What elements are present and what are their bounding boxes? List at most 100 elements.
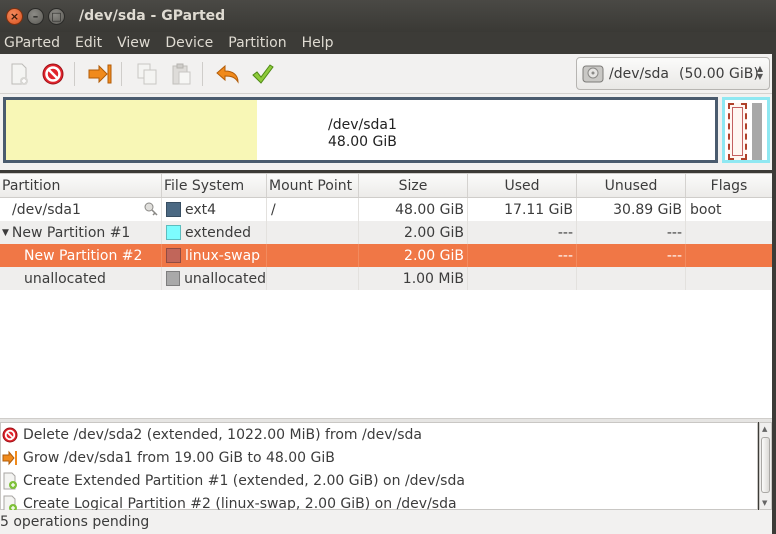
maximize-window-button[interactable]: □	[48, 7, 65, 25]
cell-size: 2.00 GiB	[359, 244, 468, 267]
menu-view[interactable]: View	[113, 35, 154, 51]
partition-name: /dev/sda1	[12, 201, 81, 218]
key-icon	[144, 202, 158, 216]
partition-table: Partition File System Mount Point Size U…	[0, 173, 776, 418]
cell-unused	[577, 267, 686, 290]
checkmark-icon	[252, 63, 274, 84]
expander-triangle-icon[interactable]: ▼	[2, 228, 9, 238]
partition-name: unallocated	[24, 270, 106, 287]
window-edge	[772, 54, 776, 534]
scroll-down-icon[interactable]: ▼	[762, 499, 767, 507]
partition-map-label: /dev/sda1 48.00 GiB	[328, 117, 397, 151]
undo-icon	[216, 64, 239, 84]
table-row[interactable]: ▼ New Partition #1 extended 2.00 GiB ---…	[0, 221, 776, 244]
scroll-up-icon[interactable]: ▲	[762, 425, 767, 433]
resize-move-button[interactable]	[85, 59, 115, 89]
cell-file-system: unallocated	[162, 267, 267, 290]
new-partition-icon	[1, 472, 19, 490]
swap-inner-frame	[732, 107, 743, 156]
cell-flags	[686, 221, 772, 244]
table-row-selected[interactable]: New Partition #2 linux-swap 2.00 GiB ---…	[0, 244, 776, 267]
list-item[interactable]: Create Extended Partition #1 (extended, …	[1, 469, 757, 492]
cell-used: ---	[468, 244, 577, 267]
close-window-button[interactable]: ×	[6, 7, 23, 25]
copy-button[interactable]	[132, 59, 162, 89]
menu-device[interactable]: Device	[161, 35, 217, 51]
header-size[interactable]: Size	[359, 174, 468, 197]
new-partition-icon	[11, 63, 28, 85]
menu-bar: GParted Edit View Device Partition Help	[0, 32, 776, 54]
table-row[interactable]: /dev/sda1 ext4 / 48.00 GiB 17.11 GiB 30.…	[0, 198, 776, 221]
paste-icon	[172, 63, 191, 84]
device-size: (50.00 GiB)	[678, 65, 759, 82]
cell-size: 2.00 GiB	[359, 221, 468, 244]
partition-map-swap[interactable]	[728, 103, 747, 160]
partition-name: New Partition #2	[24, 247, 143, 264]
combo-arrows-icon: ▲ ▼	[756, 64, 763, 81]
device-name: /dev/sda	[609, 65, 669, 82]
fs-color-swatch	[166, 271, 181, 286]
header-file-system[interactable]: File System	[162, 174, 267, 197]
fs-color-swatch	[166, 225, 181, 240]
delete-icon	[42, 63, 64, 84]
operation-text: Delete /dev/sda2 (extended, 1022.00 MiB)…	[23, 426, 422, 443]
copy-icon	[137, 63, 157, 84]
menu-edit[interactable]: Edit	[71, 35, 106, 51]
operation-text: Create Extended Partition #1 (extended, …	[23, 472, 465, 489]
operations-scrollbar[interactable]: ▲ ▼	[759, 422, 772, 510]
partition-map-extended[interactable]	[722, 97, 770, 163]
status-bar: 5 operations pending	[0, 510, 776, 534]
cell-mount-point: /	[267, 198, 359, 221]
toolbar-separator	[121, 61, 122, 86]
paste-button[interactable]	[166, 59, 196, 89]
cell-unused: ---	[577, 244, 686, 267]
resize-icon	[88, 64, 112, 83]
status-text: 5 operations pending	[0, 514, 150, 530]
menu-gparted[interactable]: GParted	[0, 35, 64, 51]
menu-help[interactable]: Help	[298, 35, 338, 51]
cell-size: 1.00 MiB	[359, 267, 468, 290]
window-title: /dev/sda - GParted	[79, 8, 226, 24]
cell-file-system: ext4	[162, 198, 267, 221]
partition-map-size: 48.00 GiB	[328, 134, 397, 150]
fs-name: ext4	[185, 201, 217, 218]
list-item[interactable]: Delete /dev/sda2 (extended, 1022.00 MiB)…	[1, 423, 757, 446]
cell-partition: /dev/sda1	[0, 198, 162, 221]
cell-flags	[686, 267, 772, 290]
cell-used	[468, 267, 577, 290]
cell-flags	[686, 244, 772, 267]
used-space-bar	[6, 100, 257, 160]
header-mount-point[interactable]: Mount Point	[267, 174, 359, 197]
delete-icon	[1, 426, 19, 444]
header-partition[interactable]: Partition	[0, 174, 162, 197]
partition-name: New Partition #1	[11, 224, 131, 241]
partition-map: /dev/sda1 48.00 GiB	[0, 94, 776, 170]
new-partition-button[interactable]	[4, 59, 34, 89]
minimize-window-button[interactable]: –	[27, 7, 44, 25]
apply-button[interactable]	[247, 59, 277, 89]
device-selector[interactable]: /dev/sda (50.00 GiB) ▲ ▼	[576, 57, 770, 90]
undo-button[interactable]	[213, 59, 243, 89]
scrollbar-thumb[interactable]	[761, 437, 770, 493]
header-used[interactable]: Used	[468, 174, 577, 197]
partition-map-unallocated[interactable]	[752, 103, 762, 160]
partition-map-sda1[interactable]: /dev/sda1 48.00 GiB	[3, 97, 718, 163]
cell-partition: ▼ New Partition #1	[0, 221, 162, 244]
cell-mount-point	[267, 244, 359, 267]
cell-flags: boot	[690, 201, 722, 218]
cell-unused: 30.89 GiB	[577, 198, 686, 221]
header-unused[interactable]: Unused	[577, 174, 686, 197]
resize-icon	[1, 449, 19, 467]
cell-partition: New Partition #2	[0, 244, 162, 267]
table-header: Partition File System Mount Point Size U…	[0, 174, 776, 198]
fs-name: unallocated	[184, 270, 266, 287]
table-row[interactable]: unallocated unallocated 1.00 MiB	[0, 267, 776, 290]
cell-used: ---	[468, 221, 577, 244]
delete-partition-button[interactable]	[38, 59, 68, 89]
cell-used: 17.11 GiB	[468, 198, 577, 221]
header-flags[interactable]: Flags	[686, 174, 772, 197]
cell-unused: ---	[577, 221, 686, 244]
list-item[interactable]: Grow /dev/sda1 from 19.00 GiB to 48.00 G…	[1, 446, 757, 469]
menu-partition[interactable]: Partition	[224, 35, 290, 51]
cell-partition: unallocated	[0, 267, 162, 290]
